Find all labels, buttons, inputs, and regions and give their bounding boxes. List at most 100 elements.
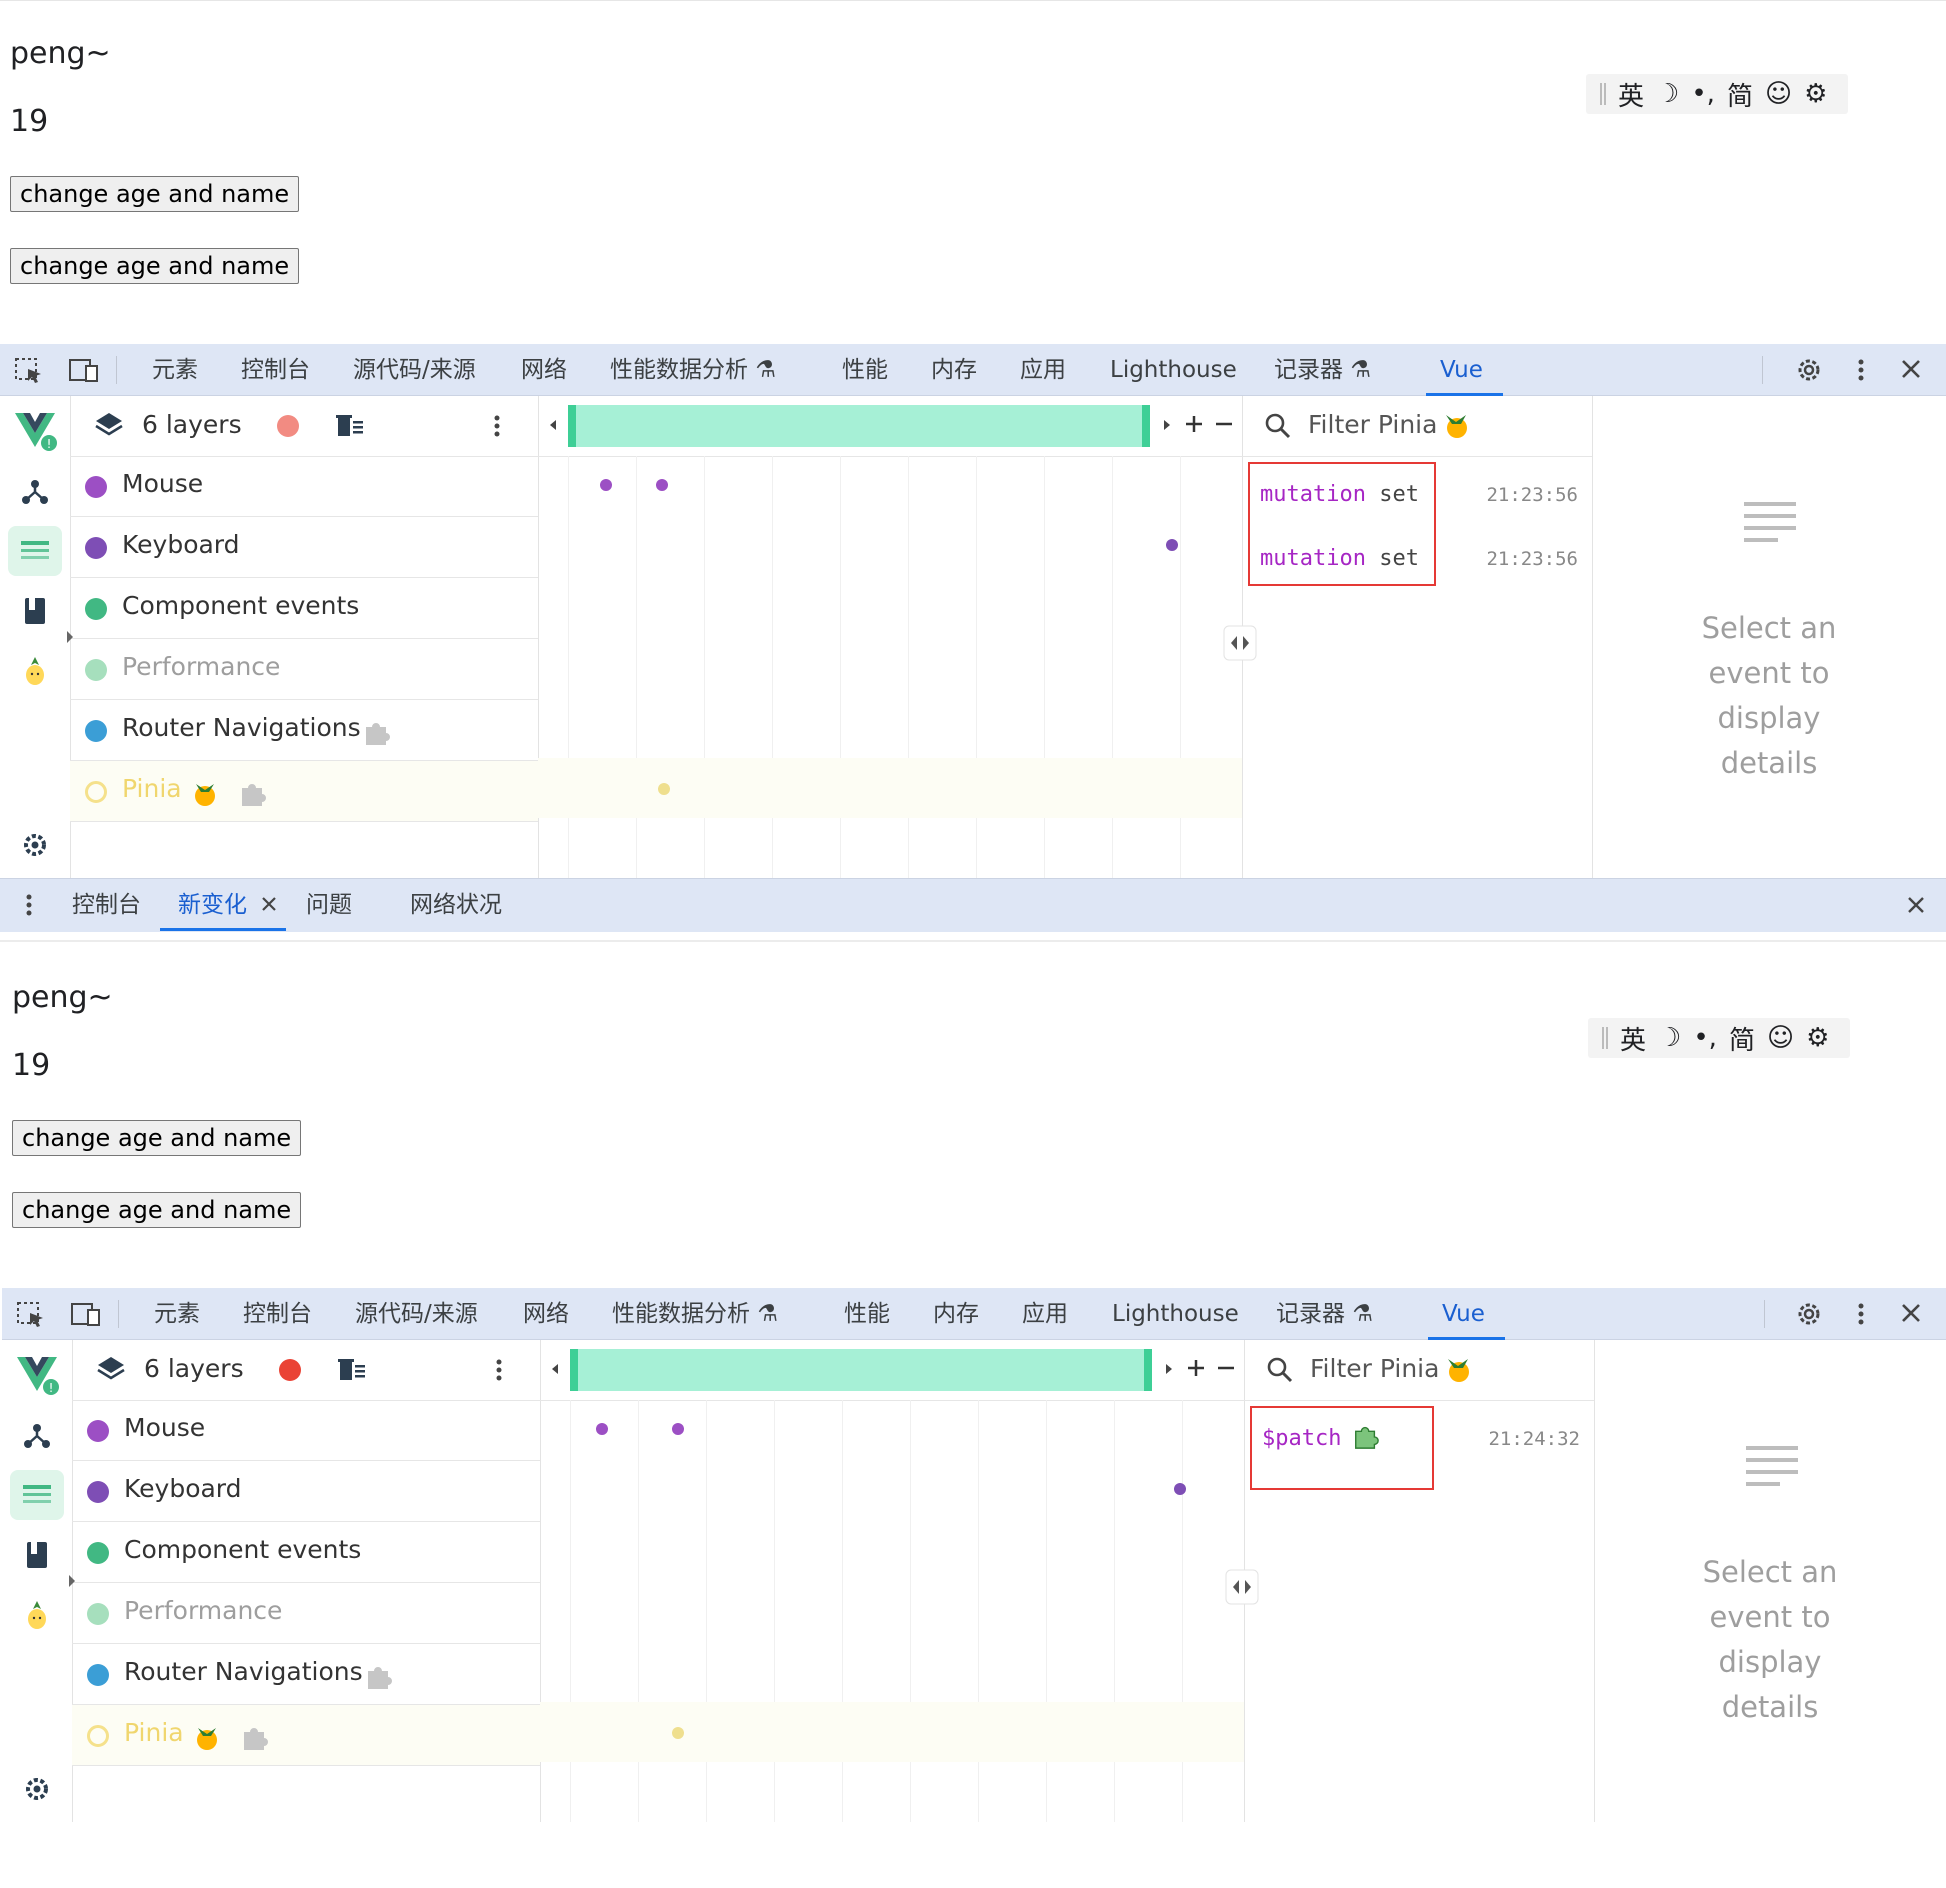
- ime-emoji-icon[interactable]: ☺: [1767, 1023, 1794, 1053]
- device-toolbar-icon[interactable]: [68, 356, 98, 384]
- settings-gear-icon[interactable]: [1794, 1300, 1824, 1328]
- pinia-event-dot[interactable]: [658, 783, 670, 795]
- ime-punctuation-icon[interactable]: •,: [1693, 1023, 1717, 1053]
- close-devtools-icon[interactable]: [1896, 356, 1926, 384]
- pinia-pineapple-icon[interactable]: [8, 646, 62, 696]
- keyboard-event-dot[interactable]: [1174, 1483, 1186, 1495]
- zoom-out-icon[interactable]: [1212, 412, 1236, 440]
- mouse-event-dot[interactable]: [596, 1423, 608, 1435]
- layer-row-keyboard[interactable]: Keyboard: [70, 517, 538, 578]
- vue-settings-gear-icon[interactable]: [10, 1764, 64, 1814]
- layer-row-keyboard[interactable]: Keyboard: [72, 1461, 540, 1522]
- scroll-left-icon[interactable]: [548, 416, 558, 438]
- tab-application[interactable]: 应用: [1022, 1288, 1068, 1340]
- layer-row-router-navigations[interactable]: Router Navigations: [72, 1644, 540, 1705]
- ime-grip-icon[interactable]: [1602, 1027, 1608, 1049]
- tab-performance-insights[interactable]: 性能数据分析 ⚗: [610, 344, 776, 396]
- components-tree-icon[interactable]: [8, 466, 62, 516]
- change-age-and-name-button[interactable]: change age and name: [12, 1120, 302, 1156]
- tab-memory[interactable]: 内存: [931, 344, 977, 396]
- mouse-event-dot[interactable]: [600, 479, 612, 491]
- tab-sources[interactable]: 源代码/来源: [355, 1288, 478, 1340]
- tab-memory[interactable]: 内存: [933, 1288, 979, 1340]
- inspect-element-icon[interactable]: [14, 356, 44, 384]
- ime-simplified-toggle[interactable]: 简: [1727, 76, 1753, 113]
- layer-row-mouse[interactable]: Mouse: [72, 1400, 540, 1461]
- timeline-grid[interactable]: [538, 456, 1242, 878]
- zoom-in-icon[interactable]: [1184, 1356, 1208, 1384]
- tab-performance[interactable]: 性能: [842, 344, 888, 396]
- tab-elements[interactable]: 元素: [152, 344, 198, 396]
- device-toolbar-icon[interactable]: [70, 1300, 100, 1328]
- event-row[interactable]: mutation set 21:23:56: [1242, 464, 1592, 528]
- record-button[interactable]: [279, 1359, 301, 1381]
- timeline-icon[interactable]: [8, 526, 62, 576]
- timeline-grid[interactable]: [540, 1400, 1244, 1822]
- pinia-pineapple-icon[interactable]: [10, 1590, 64, 1640]
- timeline-icon[interactable]: [10, 1470, 64, 1520]
- layers-stack-icon[interactable]: [94, 410, 124, 444]
- tab-application[interactable]: 应用: [1020, 344, 1066, 396]
- routes-book-icon[interactable]: [8, 586, 62, 636]
- layer-row-component-events[interactable]: Component events: [70, 578, 538, 639]
- zoom-out-icon[interactable]: [1214, 1356, 1238, 1384]
- ime-english-toggle[interactable]: 英: [1620, 1020, 1646, 1057]
- tab-performance[interactable]: 性能: [844, 1288, 890, 1340]
- tab-vue[interactable]: Vue: [1426, 344, 1503, 396]
- layer-row-performance[interactable]: Performance: [70, 639, 538, 700]
- expand-panel-arrow-icon[interactable]: [66, 1572, 78, 1594]
- ime-emoji-icon[interactable]: ☺: [1765, 79, 1792, 109]
- tab-lighthouse[interactable]: Lighthouse: [1110, 344, 1237, 396]
- close-tab-icon[interactable]: [258, 893, 280, 919]
- components-tree-icon[interactable]: [10, 1410, 64, 1460]
- ime-settings-icon[interactable]: ⚙: [1804, 79, 1827, 109]
- layers-more-icon[interactable]: [492, 1356, 506, 1388]
- close-devtools-icon[interactable]: [1896, 1300, 1926, 1328]
- timeline-range-selector[interactable]: [568, 405, 1150, 447]
- change-age-and-name-button[interactable]: change age and name: [10, 176, 300, 212]
- event-filter-input[interactable]: Filter Pinia: [1310, 1354, 1439, 1383]
- drawer-tab-console[interactable]: 控制台: [72, 879, 141, 931]
- clear-events-icon[interactable]: [334, 412, 366, 444]
- more-options-icon[interactable]: [1846, 356, 1876, 384]
- ime-simplified-toggle[interactable]: 简: [1729, 1020, 1755, 1057]
- ime-settings-icon[interactable]: ⚙: [1806, 1023, 1829, 1053]
- record-button[interactable]: [277, 415, 299, 437]
- tab-performance-insights[interactable]: 性能数据分析 ⚗: [612, 1288, 778, 1340]
- more-options-icon[interactable]: [1846, 1300, 1876, 1328]
- zoom-in-icon[interactable]: [1182, 412, 1206, 440]
- scroll-right-icon[interactable]: [1162, 416, 1172, 438]
- tab-recorder[interactable]: 记录器 ⚗: [1276, 1288, 1373, 1340]
- scroll-left-icon[interactable]: [550, 1360, 560, 1382]
- ime-grip-icon[interactable]: [1600, 83, 1606, 105]
- tab-recorder[interactable]: 记录器 ⚗: [1274, 344, 1371, 396]
- event-filter-input[interactable]: Filter Pinia: [1308, 410, 1437, 439]
- change-age-and-name-button-2[interactable]: change age and name: [12, 1192, 302, 1228]
- tab-lighthouse[interactable]: Lighthouse: [1112, 1288, 1239, 1340]
- change-age-and-name-button-2[interactable]: change age and name: [10, 248, 300, 284]
- drawer-tab-network-conditions[interactable]: 网络状况: [410, 879, 502, 931]
- tab-network[interactable]: 网络: [521, 344, 567, 396]
- clear-events-icon[interactable]: [336, 1356, 368, 1388]
- ime-moon-icon[interactable]: ☽: [1656, 79, 1679, 109]
- routes-book-icon[interactable]: [10, 1530, 64, 1580]
- ime-moon-icon[interactable]: ☽: [1658, 1023, 1681, 1053]
- layer-row-mouse[interactable]: Mouse: [70, 456, 538, 517]
- expand-panel-arrow-icon[interactable]: [64, 628, 76, 650]
- tab-console[interactable]: 控制台: [241, 344, 310, 396]
- close-drawer-icon[interactable]: [1904, 893, 1928, 921]
- tab-vue[interactable]: Vue: [1428, 1288, 1505, 1340]
- scroll-right-icon[interactable]: [1164, 1360, 1174, 1382]
- tab-console[interactable]: 控制台: [243, 1288, 312, 1340]
- layers-stack-icon[interactable]: [96, 1354, 126, 1388]
- layer-row-component-events[interactable]: Component events: [72, 1522, 540, 1583]
- tab-elements[interactable]: 元素: [154, 1288, 200, 1340]
- layer-row-performance[interactable]: Performance: [72, 1583, 540, 1644]
- timeline-range-selector[interactable]: [570, 1349, 1152, 1391]
- drawer-more-icon[interactable]: [22, 891, 36, 923]
- pinia-event-dot[interactable]: [672, 1727, 684, 1739]
- drawer-tab-whats-new[interactable]: 新变化: [178, 879, 247, 931]
- layer-row-pinia[interactable]: Pinia: [70, 761, 538, 822]
- layer-row-router-navigations[interactable]: Router Navigations: [70, 700, 538, 761]
- drawer-tab-issues[interactable]: 问题: [306, 879, 352, 931]
